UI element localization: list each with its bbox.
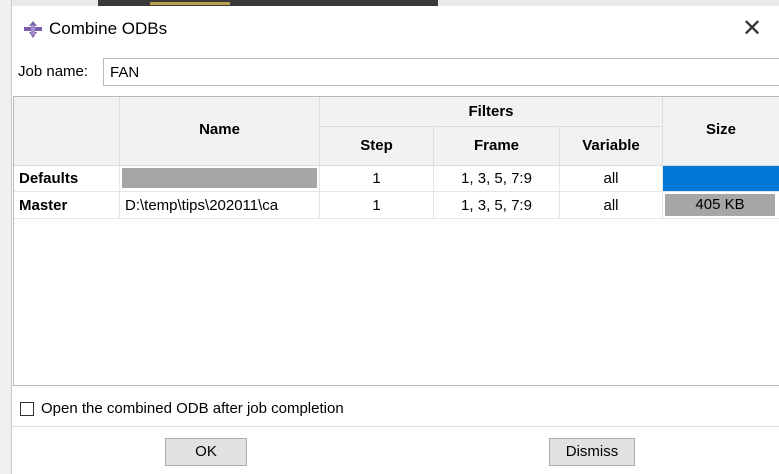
table-corner-header (14, 97, 120, 166)
table-cell-defaults-size[interactable] (663, 166, 779, 192)
table-cell-master-step[interactable]: 1 (320, 192, 434, 219)
master-size-fill: 405 KB (665, 194, 775, 216)
ok-button[interactable]: OK (165, 438, 247, 466)
background-window-accent (150, 2, 230, 5)
column-group-header-filters: Filters (320, 97, 663, 127)
table-cell-master-frame[interactable]: 1, 3, 5, 7:9 (434, 192, 560, 219)
table-cell-defaults-variable[interactable]: all (560, 166, 663, 192)
title-bar[interactable]: Combine ODBs ✕ (12, 8, 779, 50)
table-cell-defaults-frame[interactable]: 1, 3, 5, 7:9 (434, 166, 560, 192)
dismiss-button[interactable]: Dismiss (549, 438, 635, 466)
close-button[interactable]: ✕ (737, 14, 767, 44)
odb-table: Name Filters Step Frame Variable Size De… (13, 96, 779, 386)
abaqus-logo-icon (24, 21, 42, 39)
column-header-step[interactable]: Step (320, 127, 434, 166)
background-window-left-edge (0, 0, 12, 474)
job-name-label: Job name: (18, 63, 89, 80)
column-header-size[interactable]: Size (663, 97, 779, 166)
dialog-title: Combine ODBs (49, 19, 168, 38)
open-after-completion-label[interactable]: Open the combined ODB after job completi… (41, 400, 344, 417)
column-header-variable[interactable]: Variable (560, 127, 663, 166)
job-name-input[interactable] (103, 58, 779, 86)
background-window-edge (0, 0, 779, 6)
table-cell-master-name[interactable]: D:\temp\tips\202011\ca (120, 192, 320, 219)
table-cell-defaults-name[interactable] (120, 166, 320, 192)
combine-odbs-dialog: Combine ODBs ✕ Job name: Name Filters St… (0, 0, 779, 474)
table-cell-master-variable[interactable]: all (560, 192, 663, 219)
open-after-completion-checkbox[interactable] (20, 402, 34, 416)
row-header-defaults[interactable]: Defaults (14, 166, 120, 192)
close-icon: ✕ (741, 15, 763, 42)
column-header-name[interactable]: Name (120, 97, 320, 166)
table-cell-master-size[interactable]: 405 KB (663, 192, 779, 219)
column-header-frame[interactable]: Frame (434, 127, 560, 166)
defaults-name-fill (122, 168, 317, 188)
job-name-row: Job name: (12, 58, 779, 88)
table-cell-defaults-step[interactable]: 1 (320, 166, 434, 192)
row-header-master[interactable]: Master (14, 192, 120, 219)
footer-divider (12, 426, 779, 427)
background-window-dark-region (98, 0, 438, 6)
